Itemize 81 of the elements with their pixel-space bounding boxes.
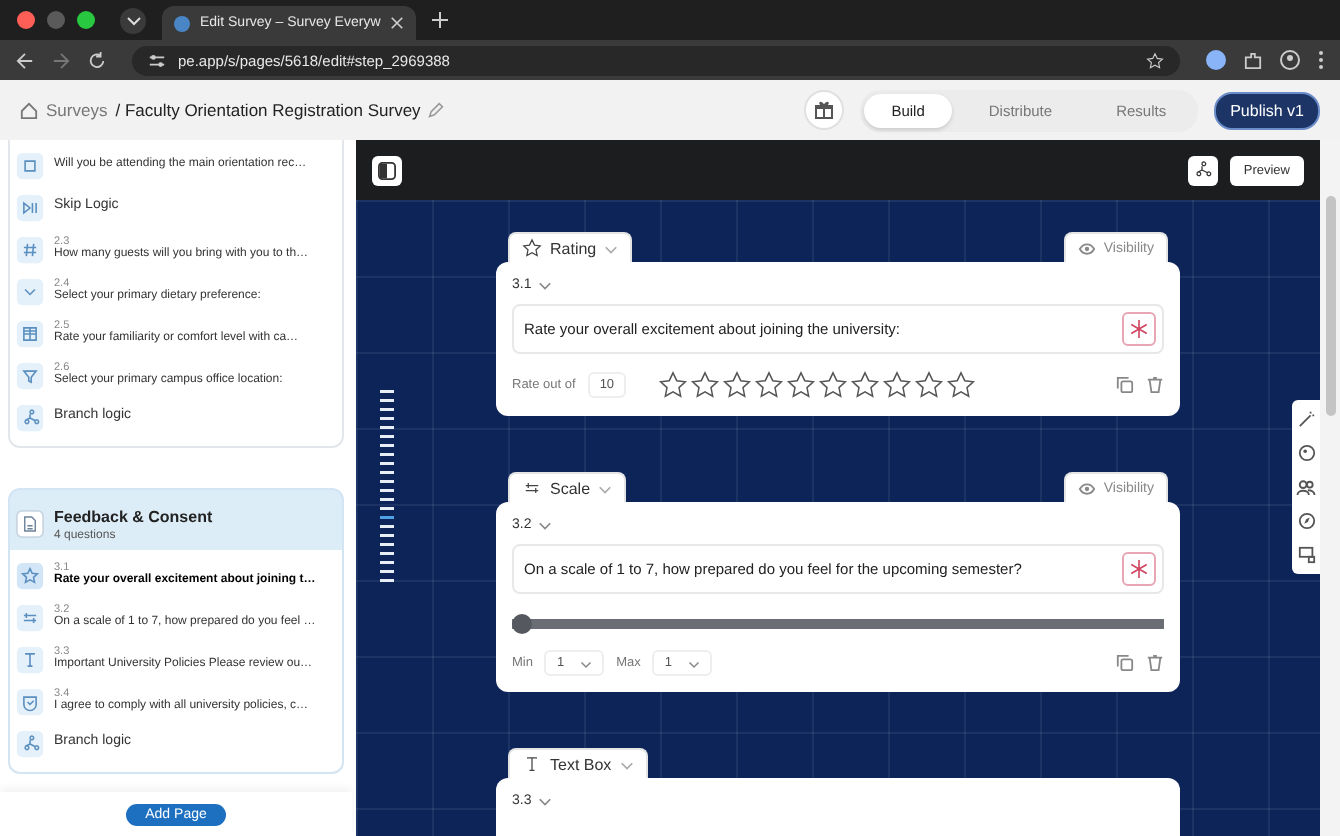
publish-button[interactable]: Publish v1 bbox=[1214, 91, 1320, 129]
display-icon[interactable] bbox=[1297, 546, 1315, 564]
caret-icon bbox=[125, 12, 141, 28]
close-icon[interactable] bbox=[390, 16, 405, 30]
star-icon[interactable] bbox=[786, 370, 817, 400]
caret-icon bbox=[537, 793, 552, 807]
back-icon[interactable] bbox=[16, 51, 34, 69]
required-toggle[interactable] bbox=[1122, 312, 1156, 346]
caret-icon bbox=[537, 517, 552, 531]
puzzle-icon[interactable] bbox=[1244, 51, 1262, 69]
forward-icon[interactable] bbox=[52, 51, 70, 69]
text-icon bbox=[522, 754, 542, 774]
text-icon bbox=[16, 645, 44, 673]
caret-icon bbox=[580, 657, 593, 669]
bookmark-star-icon[interactable] bbox=[1146, 51, 1164, 69]
people-icon[interactable] bbox=[1296, 478, 1316, 496]
delete-icon[interactable] bbox=[1146, 376, 1164, 394]
survey-title: / Faculty Orientation Registration Survey bbox=[115, 100, 421, 120]
question-type-dropdown[interactable]: Text Box bbox=[508, 748, 648, 778]
star-icon[interactable] bbox=[946, 370, 977, 400]
caret-icon bbox=[688, 657, 701, 669]
extension-icon[interactable] bbox=[1206, 50, 1226, 70]
grid-icon bbox=[16, 319, 44, 347]
delete-icon[interactable] bbox=[1146, 654, 1164, 672]
star-icon[interactable] bbox=[914, 370, 945, 400]
chevron-icon bbox=[16, 277, 44, 305]
gift-icon bbox=[813, 100, 834, 120]
page-icon bbox=[16, 510, 44, 538]
star-icon bbox=[522, 238, 542, 258]
caret-icon bbox=[537, 277, 552, 291]
caret-icon bbox=[619, 757, 634, 771]
more-icon[interactable] bbox=[1318, 50, 1324, 70]
slider-thumb[interactable] bbox=[512, 614, 532, 634]
branch-icon bbox=[1192, 160, 1213, 180]
square-icon bbox=[16, 151, 44, 179]
required-toggle[interactable] bbox=[1122, 552, 1156, 586]
branch-icon bbox=[16, 403, 44, 431]
branch-icon bbox=[16, 729, 44, 757]
palette-icon[interactable] bbox=[1297, 444, 1315, 462]
pencil-icon[interactable] bbox=[428, 102, 445, 118]
new-tab-icon[interactable] bbox=[432, 12, 449, 28]
star-rating[interactable] bbox=[658, 370, 977, 400]
scale-slider[interactable] bbox=[512, 614, 1164, 634]
panel-icon bbox=[378, 161, 396, 179]
site-icon bbox=[174, 15, 190, 31]
logic-map-button[interactable] bbox=[1187, 155, 1218, 185]
site-settings-icon[interactable] bbox=[148, 51, 166, 69]
duplicate-icon[interactable] bbox=[1116, 376, 1134, 394]
star-icon[interactable] bbox=[722, 370, 753, 400]
skip-icon bbox=[16, 193, 44, 221]
profile-icon[interactable] bbox=[1280, 50, 1300, 70]
page-title: Feedback & Consent bbox=[54, 507, 213, 525]
caret-icon bbox=[598, 481, 613, 495]
eye-icon bbox=[1077, 481, 1096, 495]
funnel-icon bbox=[16, 361, 44, 389]
shield-check-icon bbox=[16, 687, 44, 715]
reload-icon[interactable] bbox=[88, 51, 106, 69]
duplicate-icon[interactable] bbox=[1116, 654, 1134, 672]
question-type-dropdown[interactable]: Rating bbox=[508, 232, 633, 262]
asterisk-icon bbox=[1130, 560, 1148, 578]
wand-icon[interactable] bbox=[1297, 410, 1315, 428]
star-icon[interactable] bbox=[658, 370, 689, 400]
gift-button[interactable] bbox=[803, 90, 844, 130]
eye-icon bbox=[1077, 241, 1096, 255]
hash-icon bbox=[16, 235, 44, 263]
star-icon[interactable] bbox=[850, 370, 881, 400]
star-icon[interactable] bbox=[882, 370, 913, 400]
panel-toggle-button[interactable] bbox=[372, 155, 402, 185]
compass-icon[interactable] bbox=[1297, 512, 1315, 530]
star-icon[interactable] bbox=[754, 370, 785, 400]
sliders-icon bbox=[522, 478, 542, 498]
home-icon[interactable] bbox=[20, 101, 38, 119]
star-icon[interactable] bbox=[690, 370, 721, 400]
tab-list-button[interactable] bbox=[120, 7, 146, 33]
star-icon bbox=[16, 561, 44, 589]
star-icon[interactable] bbox=[818, 370, 849, 400]
surveys-link[interactable]: Surveys bbox=[46, 100, 108, 120]
question-type-dropdown[interactable]: Scale bbox=[508, 472, 627, 502]
caret-icon bbox=[604, 241, 619, 255]
asterisk-icon bbox=[1130, 320, 1148, 338]
sliders-icon bbox=[16, 603, 44, 631]
